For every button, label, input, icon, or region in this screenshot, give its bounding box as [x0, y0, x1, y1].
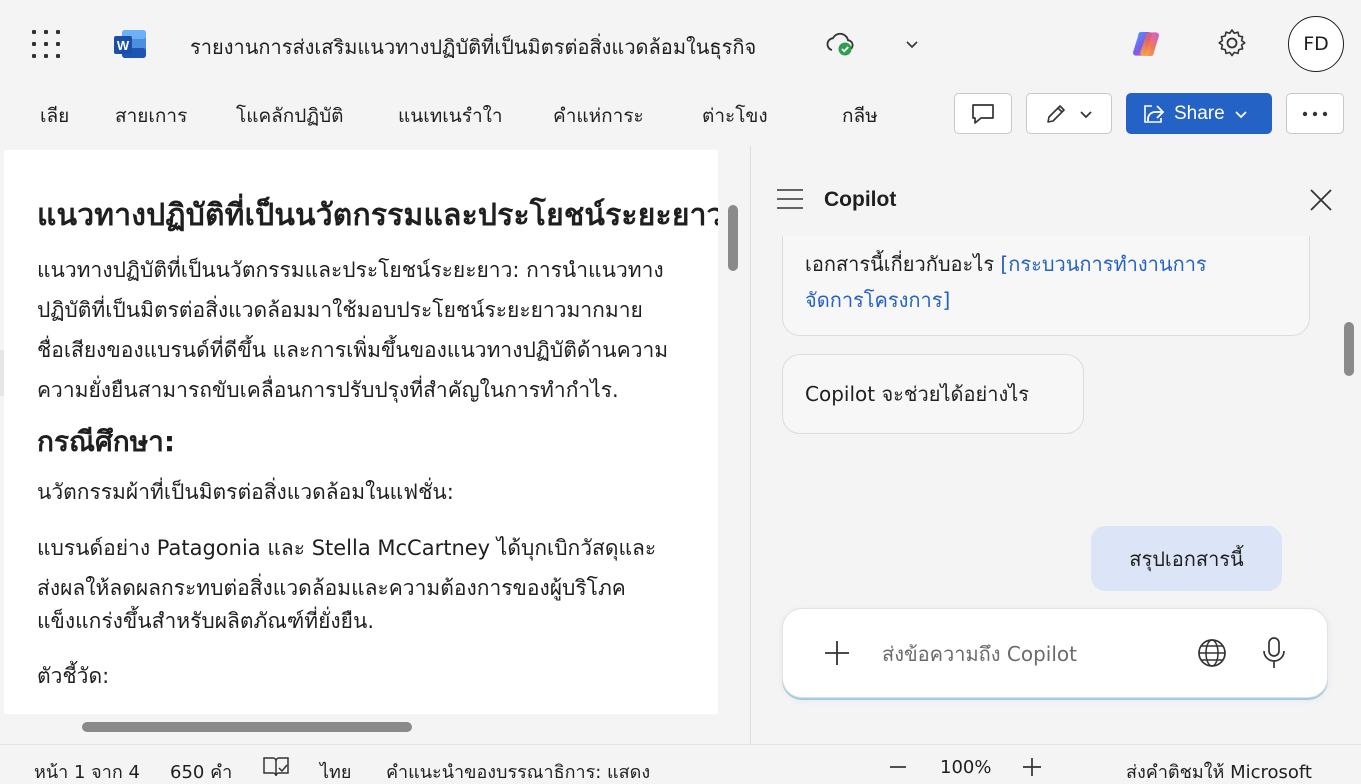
document-vertical-scrollbar[interactable] [728, 205, 738, 271]
feedback-link[interactable]: ส่งคำติชมให้ Microsoft [1126, 757, 1312, 784]
paragraph-line: แนวทางปฏิบัติที่เป็นนวัตกรรมและประโยชน์ร… [37, 258, 664, 282]
tab-references[interactable]: แนเทเนรำใา [398, 101, 503, 131]
copilot-icon[interactable] [1130, 28, 1162, 60]
tab-help[interactable]: กลีษ [842, 101, 878, 131]
subheading: นวัตกรรมผ้าที่เป็นมิตรต่อสิ่งแวดล้อมในแฟ… [37, 480, 454, 504]
gear-icon[interactable] [1216, 27, 1248, 59]
chevron-down-icon [1235, 110, 1247, 118]
heading-1: แนวทางปฏิบัติที่เป็นนวัตกรรมและประโยชน์ร… [37, 198, 718, 233]
suggestion-text: เอกสารนี้เกี่ยวกับอะไร [805, 252, 1001, 276]
tab-insert[interactable]: สายเการ [115, 101, 187, 131]
tab-layout[interactable]: โแคลักปฏิบัติ [236, 101, 344, 131]
reference-link[interactable]: จัดการโครงการ] [805, 288, 950, 312]
share-label: Share [1174, 102, 1225, 124]
tab-review[interactable]: คำแห่การะ [553, 101, 644, 131]
copilot-title: Copilot [824, 188, 897, 211]
paragraph-line: แข็งแกร่งขึ้นสำหรับผลิตภัณฑ์ที่ยั่งยืน. [37, 609, 375, 633]
zoom-in-icon[interactable] [1022, 757, 1042, 777]
proofing-book-icon[interactable] [262, 755, 290, 779]
globe-icon[interactable] [1196, 637, 1228, 669]
copilot-scrollbar[interactable] [1344, 322, 1354, 376]
share-icon [1144, 104, 1165, 123]
document-page[interactable]: แนวทางปฏิบัติที่เป็นนวัตกรรมและประโยชน์ร… [4, 150, 718, 714]
paragraph-line: ความยั่งยืนสามารถขับเคลื่อนการปรับปรุงที… [37, 378, 619, 402]
paragraph-line: ชื่อเสียงของแบรนด์ที่ดีขึ้น และการเพิ่มข… [37, 338, 669, 362]
language-indicator[interactable]: ไทย [320, 757, 351, 784]
chevron-down-icon[interactable] [902, 34, 922, 54]
heading-2: กรณีศึกษา: [37, 425, 176, 458]
more-options-button[interactable] [1286, 93, 1344, 134]
suggestion-card-document-topic[interactable]: เอกสารนี้เกี่ยวกับอะไร [กระบวนการทำงานกา… [782, 236, 1310, 336]
svg-text:W: W [117, 38, 130, 53]
menu-icon[interactable] [776, 188, 804, 210]
comment-icon [972, 103, 994, 124]
zoom-out-icon[interactable] [888, 762, 908, 772]
suggestion-card-how-copilot-helps[interactable]: Copilot จะช่วยได้อย่างไร [782, 354, 1084, 434]
microphone-icon[interactable] [1260, 636, 1288, 670]
page-count: หน้า 1 จาก 4 [34, 762, 140, 783]
close-icon[interactable] [1308, 187, 1334, 213]
user-message: สรุปเอกสารนี้ [1091, 526, 1282, 591]
tab-view[interactable]: ต่าะโขง [702, 101, 768, 131]
pencil-icon [1047, 104, 1065, 123]
cloud-saved-icon[interactable] [824, 30, 856, 58]
copilot-message-input[interactable] [882, 634, 1172, 674]
share-button[interactable]: Share [1126, 93, 1272, 134]
reference-link[interactable]: [กระบวนการทำงานการ [1000, 252, 1206, 276]
zoom-level[interactable]: 100% [940, 757, 991, 778]
paragraph-line: แบรนด์อย่าง Patagonia และ Stella McCartn… [37, 536, 657, 560]
document-title[interactable]: รายงานการส่งเสริมแนวทางปฏิบัติที่เป็นมิต… [190, 31, 756, 63]
chevron-down-icon [1080, 110, 1092, 118]
editing-mode-button[interactable] [1026, 93, 1112, 134]
app-launcher-icon[interactable] [32, 30, 60, 58]
more-icon [1302, 111, 1328, 116]
document-horizontal-scrollbar[interactable] [82, 722, 412, 732]
add-icon[interactable] [822, 638, 852, 668]
comments-button[interactable] [954, 93, 1012, 134]
word-count[interactable]: 650 คำ [170, 757, 232, 784]
editor-suggestions-toggle[interactable]: คำแนะนำของบรรณาธิการ: แสดง [386, 757, 650, 784]
paragraph-line: ปฏิบัติที่เป็นมิตรต่อสิ่งแวดล้อมมาใช้มอบ… [37, 298, 643, 322]
word-logo: W [114, 30, 146, 58]
user-avatar[interactable]: FD [1288, 16, 1344, 72]
metrics-label: ตัวชี้วัด: [37, 664, 110, 688]
tab-home[interactable]: เลีย [40, 101, 69, 131]
